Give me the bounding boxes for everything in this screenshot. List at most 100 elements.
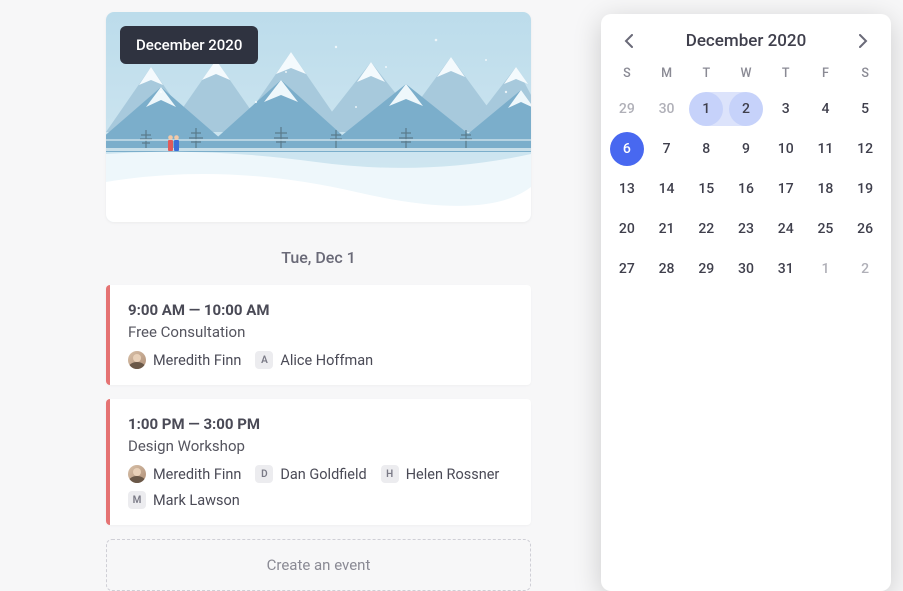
- calendar-day-header: S: [607, 60, 647, 89]
- calendar-day-cell[interactable]: 30: [726, 249, 766, 289]
- attendee: A Alice Hoffman: [255, 351, 373, 369]
- event-card[interactable]: 1:00 PM — 3:00 PM Design Workshop Meredith…: [106, 399, 531, 525]
- chevron-right-icon: [859, 34, 868, 48]
- calendar-day-number: 19: [848, 172, 882, 206]
- calendar-day-number: 7: [650, 132, 684, 166]
- calendar-widget: December 2020 SMTWTFS 293012345678910111…: [601, 14, 891, 591]
- calendar-day-cell[interactable]: 23: [726, 209, 766, 249]
- calendar-day-cell[interactable]: 12: [845, 129, 885, 169]
- calendar-day-number: 22: [689, 212, 723, 246]
- event-title: Design Workshop: [128, 437, 513, 455]
- calendar-next-button[interactable]: [853, 30, 875, 52]
- calendar-day-cell[interactable]: 15: [686, 169, 726, 209]
- calendar-day-header: F: [806, 60, 846, 89]
- avatar-initial-icon: H: [381, 465, 399, 483]
- calendar-day-cell[interactable]: 1: [806, 249, 846, 289]
- calendar-day-number: 9: [729, 132, 763, 166]
- calendar-day-cell[interactable]: 9: [726, 129, 766, 169]
- calendar-day-number: 26: [848, 212, 882, 246]
- calendar-day-number: 1: [808, 252, 842, 286]
- calendar-day-cell[interactable]: 22: [686, 209, 726, 249]
- calendar-day-number: 5: [848, 92, 882, 126]
- attendee-name: Meredith Finn: [153, 466, 241, 483]
- calendar-day-number: 12: [848, 132, 882, 166]
- calendar-day-cell[interactable]: 16: [726, 169, 766, 209]
- calendar-day-cell[interactable]: 30: [647, 89, 687, 129]
- calendar-prev-button[interactable]: [617, 30, 639, 52]
- calendar-day-cell[interactable]: 20: [607, 209, 647, 249]
- calendar-day-number: 30: [650, 92, 684, 126]
- calendar-day-number: 27: [610, 252, 644, 286]
- calendar-day-header: T: [766, 60, 806, 89]
- event-time: 1:00 PM — 3:00 PM: [128, 415, 513, 433]
- attendee: H Helen Rossner: [381, 465, 500, 483]
- avatar-initial-icon: M: [128, 491, 146, 509]
- calendar-day-cell[interactable]: 29: [686, 249, 726, 289]
- calendar-day-cell[interactable]: 1: [686, 89, 726, 129]
- calendar-day-cell[interactable]: 26: [845, 209, 885, 249]
- create-event-button[interactable]: Create an event: [106, 539, 531, 591]
- calendar-day-number: 13: [610, 172, 644, 206]
- event-title: Free Consultation: [128, 323, 513, 341]
- avatar-photo-icon: [128, 351, 146, 369]
- calendar-day-cell[interactable]: 5: [845, 89, 885, 129]
- calendar-day-number: 28: [650, 252, 684, 286]
- calendar-day-cell[interactable]: 7: [647, 129, 687, 169]
- calendar-day-cell[interactable]: 6: [607, 129, 647, 169]
- attendee-name: Alice Hoffman: [280, 352, 373, 369]
- calendar-day-cell[interactable]: 10: [766, 129, 806, 169]
- calendar-day-number: 11: [808, 132, 842, 166]
- calendar-day-number: 25: [808, 212, 842, 246]
- calendar-day-number: 16: [729, 172, 763, 206]
- calendar-day-cell[interactable]: 27: [607, 249, 647, 289]
- attendee-name: Helen Rossner: [406, 466, 500, 483]
- attendee: MMark Lawson: [128, 491, 240, 509]
- calendar-day-cell[interactable]: 8: [686, 129, 726, 169]
- attendee: Meredith Finn: [128, 351, 241, 369]
- calendar-day-cell[interactable]: 17: [766, 169, 806, 209]
- calendar-day-cell[interactable]: 24: [766, 209, 806, 249]
- attendee-name: Meredith Finn: [153, 352, 241, 369]
- attendee: D Dan Goldfield: [255, 465, 366, 483]
- calendar-day-cell[interactable]: 25: [806, 209, 846, 249]
- calendar-day-cell[interactable]: 2: [726, 89, 766, 129]
- calendar-day-number: 3: [769, 92, 803, 126]
- calendar-day-header: W: [726, 60, 766, 89]
- calendar-day-number: 10: [769, 132, 803, 166]
- calendar-day-number: 14: [650, 172, 684, 206]
- calendar-day-cell[interactable]: 11: [806, 129, 846, 169]
- attendee-list: Meredith Finn A Alice Hoffman: [128, 351, 513, 369]
- calendar-day-cell[interactable]: 31: [766, 249, 806, 289]
- calendar-day-cell[interactable]: 3: [766, 89, 806, 129]
- calendar-day-cell[interactable]: 21: [647, 209, 687, 249]
- calendar-day-cell[interactable]: 4: [806, 89, 846, 129]
- calendar-day-header: S: [845, 60, 885, 89]
- calendar-day-number: 15: [689, 172, 723, 206]
- calendar-day-number: 29: [610, 92, 644, 126]
- calendar-day-number: 17: [769, 172, 803, 206]
- avatar-photo-icon: [128, 465, 146, 483]
- attendee-name: Dan Goldfield: [280, 466, 366, 483]
- calendar-day-cell[interactable]: 18: [806, 169, 846, 209]
- event-card[interactable]: 9:00 AM — 10:00 AM Free Consultation Mered…: [106, 285, 531, 385]
- calendar-day-cell[interactable]: 13: [607, 169, 647, 209]
- calendar-day-header: T: [686, 60, 726, 89]
- avatar-initial-icon: D: [255, 465, 273, 483]
- calendar-day-cell[interactable]: 19: [845, 169, 885, 209]
- calendar-day-cell[interactable]: 28: [647, 249, 687, 289]
- calendar-day-number: 8: [689, 132, 723, 166]
- calendar-day-number: 20: [610, 212, 644, 246]
- avatar-initial-icon: A: [255, 351, 273, 369]
- attendee-list: Meredith Finn D Dan Goldfield H Helen Rossne…: [128, 465, 513, 509]
- calendar-day-cell[interactable]: 29: [607, 89, 647, 129]
- calendar-day-number: 24: [769, 212, 803, 246]
- selected-date-heading: Tue, Dec 1: [106, 248, 531, 267]
- calendar-day-number: 21: [650, 212, 684, 246]
- calendar-day-cell[interactable]: 2: [845, 249, 885, 289]
- calendar-title: December 2020: [686, 31, 807, 51]
- hero-month-badge: December 2020: [120, 26, 258, 64]
- month-hero: December 2020: [106, 12, 531, 222]
- calendar-day-cell[interactable]: 14: [647, 169, 687, 209]
- event-time: 9:00 AM — 10:00 AM: [128, 301, 513, 319]
- calendar-day-number: 29: [689, 252, 723, 286]
